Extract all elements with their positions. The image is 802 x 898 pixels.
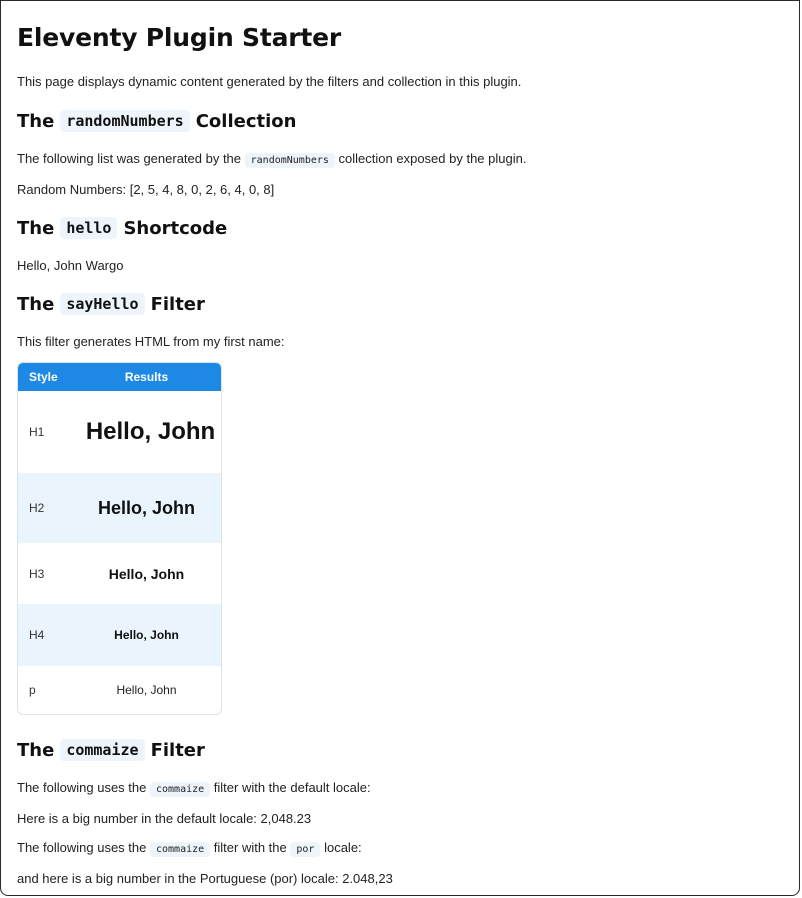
commaize-por-output: and here is a big number in the Portugue… (17, 871, 393, 886)
random-numbers-heading: The randomNumbers Collection (17, 110, 783, 132)
hello-output: Hello, John Wargo (17, 258, 124, 273)
commaize-por-description: The following uses the commaize filter w… (17, 839, 783, 859)
style-cell: p (29, 683, 36, 697)
random-numbers-description: The following list was generated by the … (17, 150, 783, 170)
heading-code: commaize (60, 739, 145, 761)
result-cell: Hello, John (114, 628, 179, 642)
desc-text: filter with the default locale: (213, 780, 371, 795)
hello-shortcode-heading: The hello Shortcode (17, 217, 783, 239)
desc-text: The following list was generated by the (17, 151, 242, 166)
inline-code: randomNumbers (244, 153, 335, 168)
result-cell: Hello, John (85, 418, 216, 445)
desc-text: The following uses the (17, 840, 147, 855)
inline-code: commaize (149, 782, 211, 797)
desc-text: The following uses the (17, 780, 147, 795)
heading-prefix: The (17, 293, 55, 315)
browser-page: Eleventy Plugin Starter This page displa… (0, 0, 800, 896)
result-cell: Hello, John (116, 683, 177, 697)
table-row: H1 Hello, John (18, 391, 221, 473)
desc-text: locale: (324, 840, 362, 855)
commaize-filter-heading: The commaize Filter (17, 739, 783, 761)
column-header-style: Style (29, 370, 58, 384)
desc-text: collection exposed by the plugin. (338, 151, 527, 166)
sayhello-filter-heading: The sayHello Filter (17, 293, 783, 315)
table-row: H4 Hello, John (18, 604, 221, 666)
random-numbers-output: Random Numbers: [2, 5, 4, 8, 0, 2, 6, 4,… (17, 182, 275, 197)
table-row: H2 Hello, John (18, 473, 221, 543)
commaize-default-output: Here is a big number in the default loca… (17, 811, 312, 826)
style-cell: H1 (29, 425, 45, 439)
desc-text: filter with the (213, 840, 287, 855)
heading-prefix: The (17, 739, 55, 761)
heading-suffix: Filter (150, 293, 205, 315)
heading-suffix: Filter (150, 739, 205, 761)
page-content: Eleventy Plugin Starter This page displa… (1, 1, 799, 888)
commaize-default-description: The following uses the commaize filter w… (17, 779, 783, 799)
style-cell: H3 (29, 566, 45, 581)
style-cell: H4 (29, 628, 45, 642)
page-title: Eleventy Plugin Starter (17, 23, 342, 52)
inline-code: por (290, 842, 321, 857)
heading-code: hello (60, 217, 118, 239)
column-header-results: Results (124, 370, 169, 384)
style-cell: H2 (29, 501, 45, 515)
heading-prefix: The (17, 110, 55, 132)
heading-suffix: Shortcode (123, 217, 228, 239)
heading-suffix: Collection (195, 110, 297, 132)
result-cell: Hello, John (108, 565, 185, 582)
table-header: Style Results (18, 363, 221, 391)
sayhello-description: This filter generates HTML from my first… (17, 334, 285, 349)
table-row: p Hello, John (18, 666, 221, 714)
heading-code: randomNumbers (60, 110, 190, 132)
result-cell: Hello, John (97, 497, 195, 518)
inline-code: commaize (149, 842, 211, 857)
table-row: H3 Hello, John (18, 543, 221, 604)
heading-code: sayHello (60, 293, 145, 315)
intro-text: This page displays dynamic content gener… (17, 74, 522, 89)
heading-prefix: The (17, 217, 55, 239)
results-table: Style Results H1 Hello, John H2 Hello, J… (17, 362, 222, 715)
